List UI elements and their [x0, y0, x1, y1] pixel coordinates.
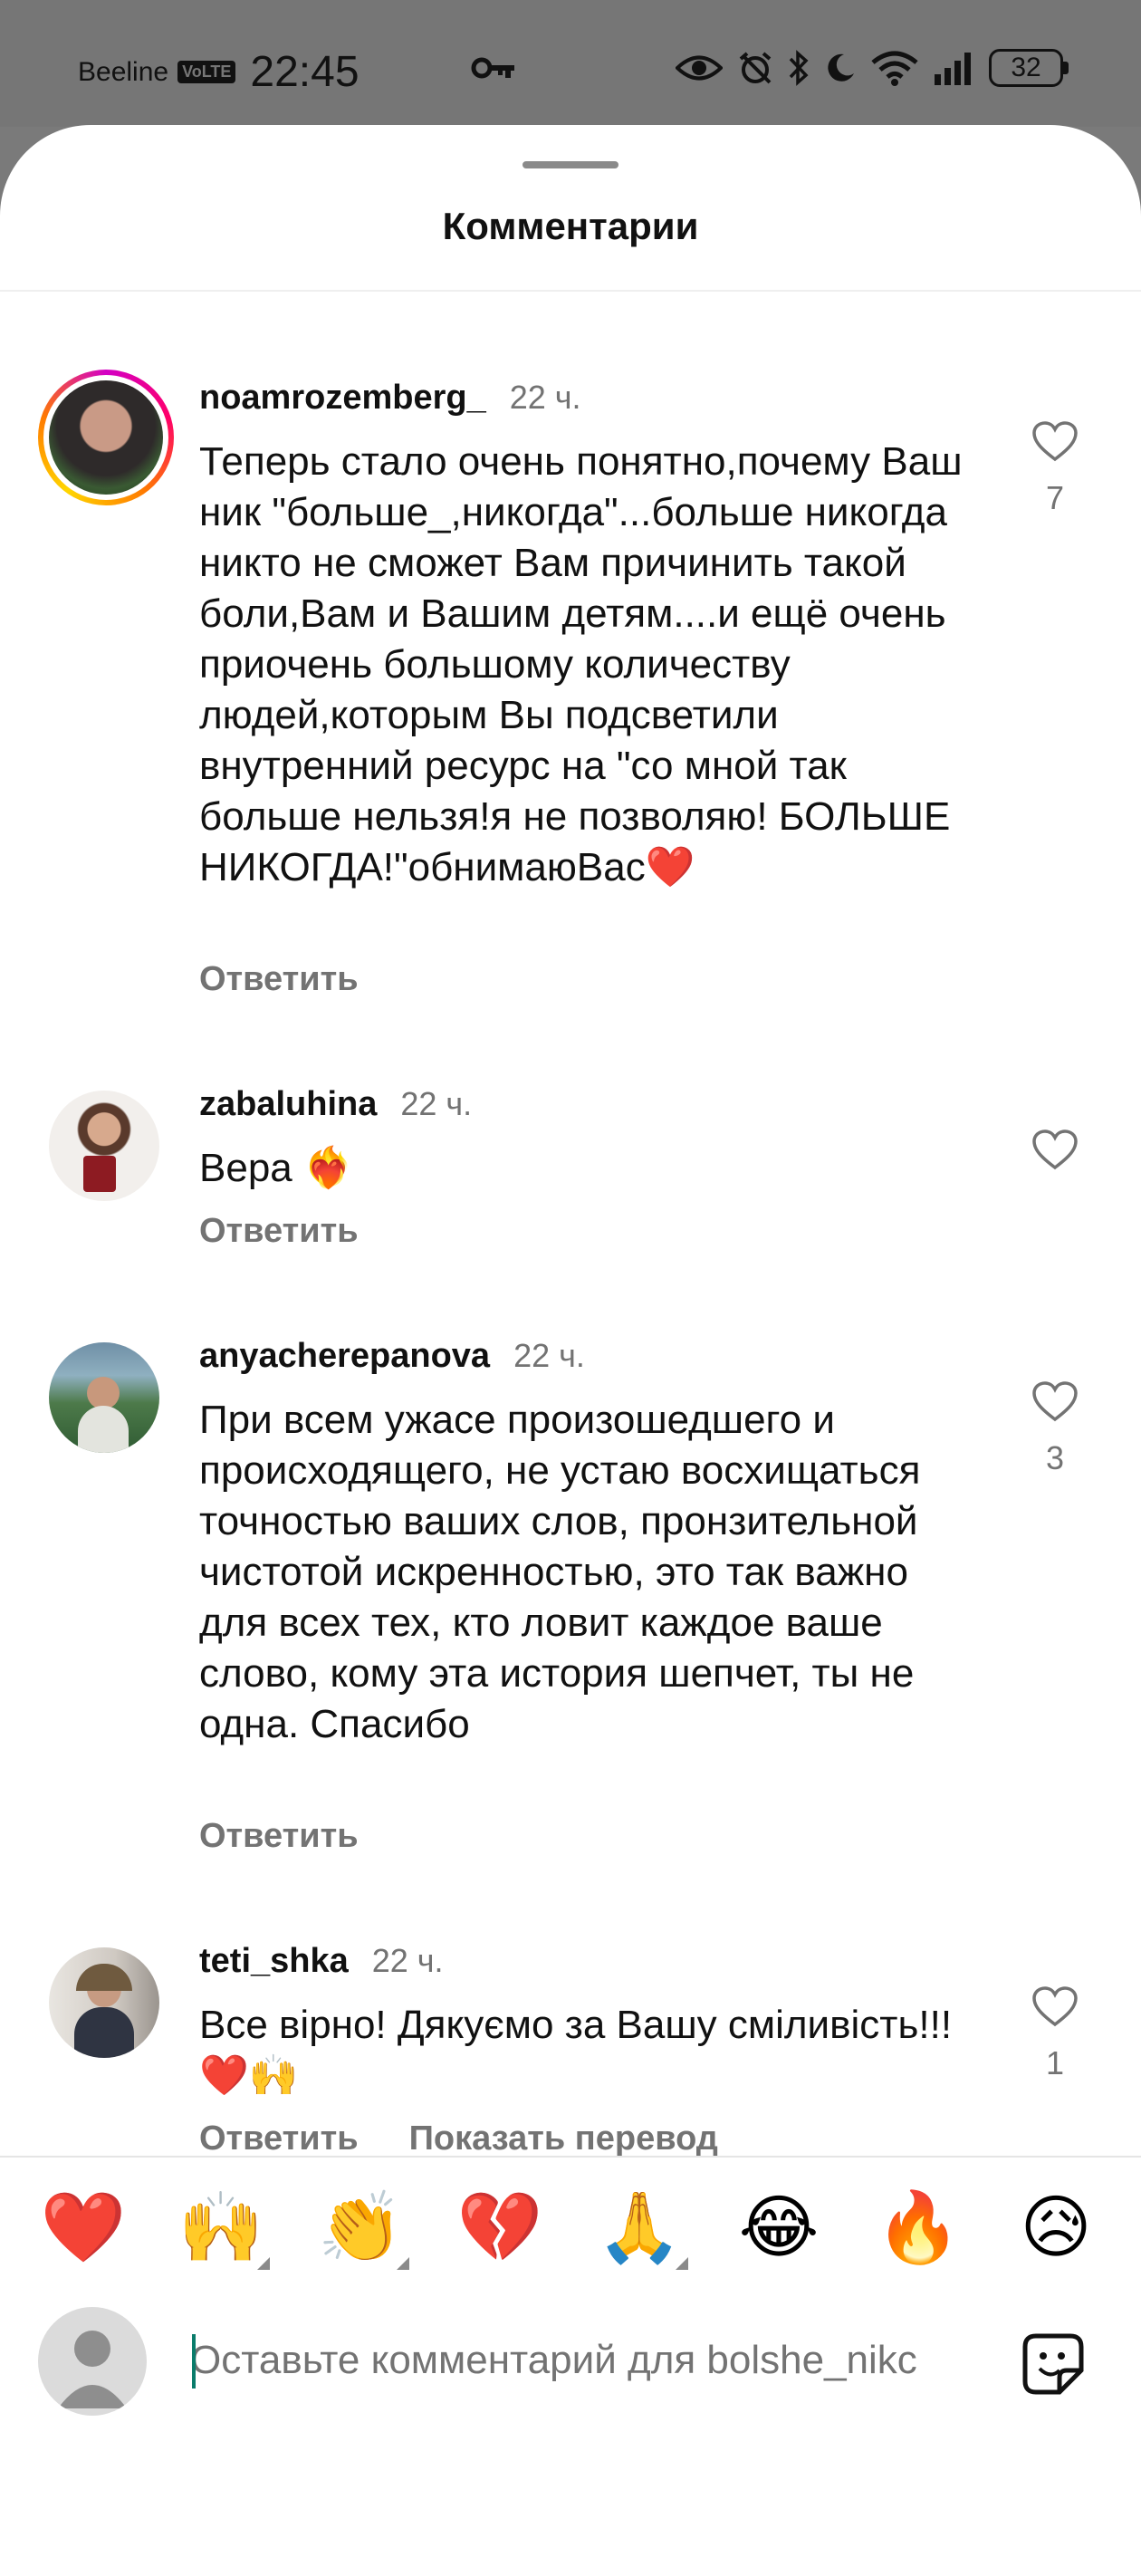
comment-timestamp: 22 ч. — [513, 1337, 585, 1374]
heart-icon[interactable] — [1031, 1380, 1079, 1422]
heart-icon[interactable] — [1031, 1129, 1079, 1170]
variant-indicator — [257, 2257, 270, 2270]
reply-button[interactable]: Ответить — [199, 960, 359, 999]
avatar[interactable] — [49, 1947, 159, 2058]
reaction-fire[interactable]: 🔥 — [875, 2185, 962, 2272]
reply-button[interactable]: Ответить — [199, 1212, 359, 1251]
default-avatar-icon — [58, 2331, 127, 2408]
moon-icon — [828, 53, 854, 82]
divider — [0, 290, 1141, 292]
composer-bar: ❤️ 🙌 👏 💔 🙏 😂 🔥 😥 — [0, 2158, 1141, 2576]
reaction-broken-heart[interactable]: 💔 — [456, 2185, 543, 2272]
comment-username[interactable]: noamrozemberg_ — [199, 379, 486, 418]
translate-button[interactable]: Показать перевод — [409, 2119, 718, 2158]
sheet-title: Комментарии — [442, 205, 699, 247]
carrier-name: Beeline — [78, 56, 169, 87]
like-control — [1027, 1129, 1083, 1175]
comment-timestamp: 22 ч. — [400, 1085, 473, 1122]
reaction-glyph: 👏 — [317, 2189, 404, 2266]
comment-text: При всем ужасе произошедшего и происходя… — [199, 1398, 921, 1746]
like-count: 1 — [1045, 2044, 1065, 2081]
variant-indicator — [676, 2257, 688, 2270]
comment-username[interactable]: anyacherepanova — [199, 1337, 490, 1376]
drag-handle[interactable] — [523, 161, 618, 168]
reply-button[interactable]: Ответить — [199, 1817, 359, 1856]
variant-indicator — [397, 2257, 409, 2270]
reaction-heart[interactable]: ❤️ — [40, 2185, 127, 2272]
avatar[interactable] — [38, 370, 174, 505]
reaction-joy[interactable]: 😂 — [735, 2185, 822, 2272]
eye-icon — [676, 55, 723, 81]
reaction-raised-hands[interactable]: 🙌 — [177, 2185, 270, 2272]
comment-timestamp: 22 ч. — [371, 1942, 444, 1979]
heart-icon[interactable] — [1031, 1985, 1079, 2027]
wifi-icon — [871, 51, 918, 86]
like-control: 3 — [1027, 1380, 1083, 1477]
heart-icon[interactable] — [1031, 420, 1079, 462]
reaction-glyph: 🙏 — [596, 2189, 683, 2266]
comment-username[interactable]: teti_shka — [199, 1942, 349, 1981]
status-bar: Beeline VoLTE 22:45 32 — [0, 0, 1141, 127]
comment-text: Все вірно! Дякуємо за Вашу сміливість!!!… — [199, 2003, 953, 2098]
sticker-icon[interactable] — [1020, 2331, 1087, 2396]
like-control: 7 — [1027, 420, 1083, 517]
status-left: Beeline VoLTE 22:45 — [78, 47, 360, 97]
bluetooth-icon — [789, 50, 809, 86]
avatar[interactable] — [49, 1342, 159, 1453]
comment-username[interactable]: zabaluhina — [199, 1085, 377, 1124]
alarm-off-icon — [739, 52, 772, 84]
clock: 22:45 — [250, 48, 360, 96]
reaction-clap[interactable]: 👏 — [317, 2185, 409, 2272]
like-count: 7 — [1045, 479, 1065, 516]
comment-text: Теперь стало очень понятно,почему Ваш ни… — [199, 439, 963, 889]
signal-icon — [935, 53, 971, 85]
avatar[interactable] — [49, 1091, 159, 1201]
battery-icon: 32 — [989, 49, 1069, 87]
volte-badge: VoLTE — [177, 61, 236, 83]
like-control: 1 — [1027, 1985, 1083, 2082]
status-right: 32 — [676, 49, 1069, 87]
reaction-pray[interactable]: 🙏 — [596, 2185, 688, 2272]
reaction-glyph: 🙌 — [177, 2189, 264, 2266]
user-avatar — [38, 2307, 147, 2416]
reply-button[interactable]: Ответить — [199, 2119, 359, 2158]
comment-input[interactable] — [190, 2329, 987, 2392]
comment-timestamp: 22 ч. — [509, 379, 581, 416]
text-cursor — [192, 2334, 196, 2389]
comment-input-row — [0, 2307, 1141, 2416]
comment-text: Вера ❤️‍🔥 — [199, 1146, 353, 1190]
key-icon — [471, 57, 514, 79]
battery-level: 32 — [1011, 53, 1041, 82]
like-count: 3 — [1045, 1439, 1065, 1476]
reaction-sad[interactable]: 😥 — [1012, 2185, 1099, 2272]
